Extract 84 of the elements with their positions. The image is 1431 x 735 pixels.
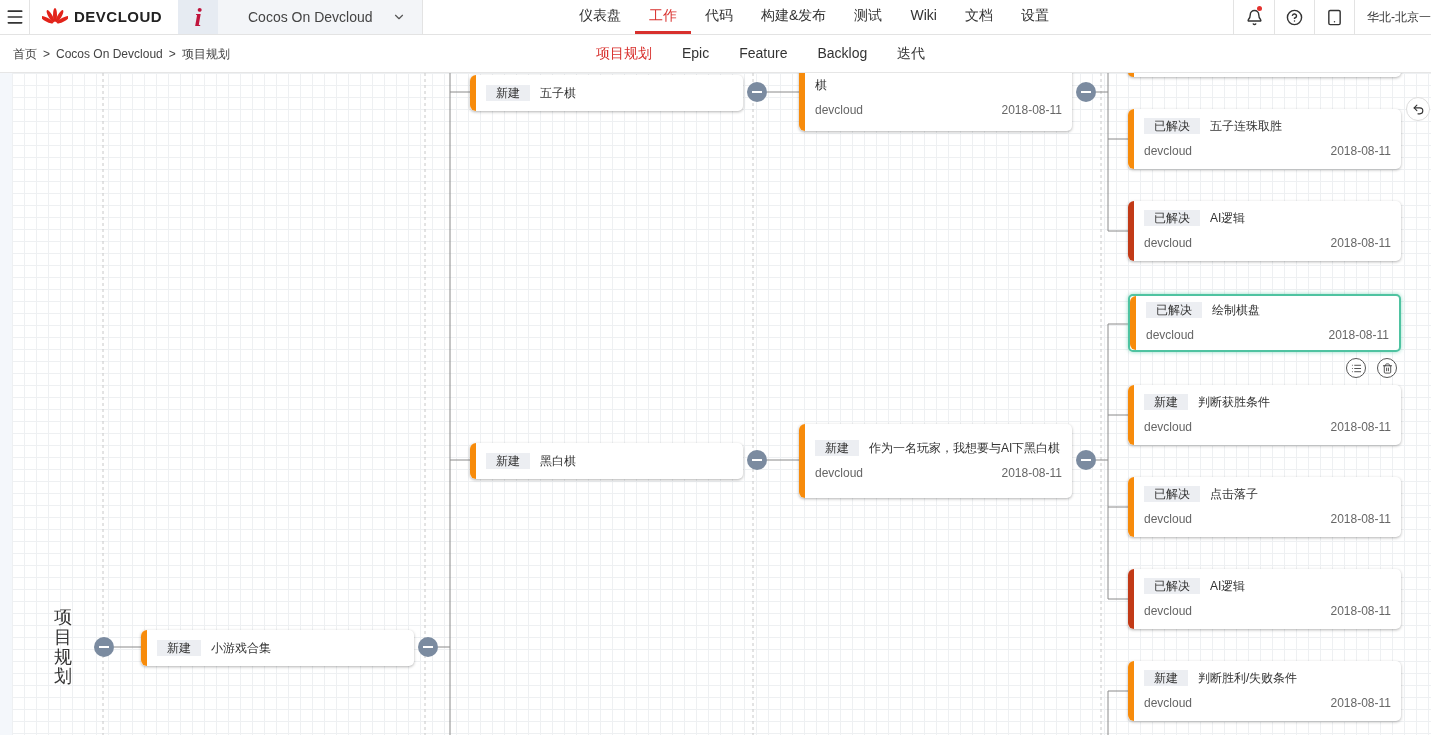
status-tag: 新建: [815, 440, 859, 456]
owner-name: devcloud: [1144, 603, 1193, 620]
project-icon: i: [194, 0, 202, 37]
item-title: 棋: [815, 78, 827, 92]
collapse-button[interactable]: [418, 637, 438, 657]
owner-name: devcloud: [1144, 143, 1193, 160]
status-tag: 已解决: [1144, 210, 1200, 226]
item-title: 点击落子: [1210, 487, 1258, 501]
status-tag: 已解决: [1146, 302, 1202, 318]
brand-name: DEVCLOUD: [74, 6, 163, 27]
tree-root-label: 项目规划: [54, 608, 72, 688]
item-date: 2018-08-11: [1328, 327, 1389, 344]
work-item-card[interactable]: 已解决 AI逻辑 devcloud 2018-08-11: [1128, 569, 1401, 629]
owner-name: devcloud: [1144, 235, 1193, 252]
status-tag: 新建: [157, 640, 201, 656]
collapse-button[interactable]: [1076, 450, 1096, 470]
nav-tab[interactable]: Wiki: [896, 0, 951, 34]
status-tag: 已解决: [1144, 578, 1200, 594]
item-title: 五子棋: [540, 85, 576, 102]
sub-tab[interactable]: 项目规划: [596, 43, 652, 64]
sub-tab[interactable]: Backlog: [817, 43, 868, 64]
undo-icon[interactable]: [1406, 97, 1430, 121]
item-date: 2018-08-11: [1330, 603, 1391, 620]
work-item-card[interactable]: 新建 作为一名玩家，我想要与AI下黑白棋 devcloud 2018-08-11: [799, 424, 1072, 498]
item-title: 绘制棋盘: [1212, 303, 1260, 317]
item-title: 判断胜利/失败条件: [1198, 671, 1298, 685]
item-date: 2018-08-11: [1330, 511, 1391, 528]
work-item-card[interactable]: 新建 判断获胜条件 devcloud 2018-08-11: [1128, 385, 1401, 445]
owner-name: devcloud: [815, 102, 864, 119]
nav-tab[interactable]: 文档: [950, 0, 1007, 34]
status-tag: 新建: [1144, 670, 1188, 686]
delete-icon[interactable]: [1377, 358, 1397, 378]
nav-tab[interactable]: 构建&发布: [747, 0, 841, 34]
sub-tab[interactable]: Epic: [682, 43, 710, 64]
region-selector[interactable]: 华北-北京一: [1354, 0, 1431, 34]
collapse-button[interactable]: [747, 450, 767, 470]
item-title: 五子连珠取胜: [1210, 119, 1282, 133]
nav-tab[interactable]: 设置: [1006, 0, 1063, 34]
item-title: 判断获胜条件: [1198, 395, 1270, 409]
status-tag: 新建: [486, 453, 530, 469]
item-title: AI逻辑: [1210, 211, 1246, 225]
owner-name: devcloud: [815, 465, 864, 482]
nav-tab[interactable]: 代码: [691, 0, 748, 34]
nav-tab[interactable]: 测试: [840, 0, 897, 34]
owner-name: devcloud: [1144, 419, 1193, 436]
work-item-card[interactable]: 已解决 AI逻辑 devcloud 2018-08-11: [1128, 201, 1401, 261]
status-tag: 已解决: [1144, 486, 1200, 502]
item-date: 2018-08-11: [1330, 143, 1391, 160]
project-selector[interactable]: Cocos On Devcloud: [218, 0, 423, 34]
list-icon[interactable]: [1346, 358, 1366, 378]
collapse-button[interactable]: [94, 637, 114, 657]
item-date: 2018-08-11: [1330, 695, 1391, 712]
status-tag: 新建: [1144, 394, 1188, 410]
owner-name: devcloud: [1146, 327, 1195, 344]
nav-tab[interactable]: 仪表盘: [565, 0, 636, 34]
item-date: 2018-08-11: [1330, 235, 1391, 252]
status-tag: 新建: [486, 85, 530, 101]
owner-name: devcloud: [1144, 511, 1193, 528]
sub-tab[interactable]: 迭代: [897, 43, 926, 64]
item-date: 2018-08-11: [1001, 465, 1062, 482]
item-date: 2018-08-11: [1001, 102, 1062, 119]
collapse-button[interactable]: [1076, 82, 1096, 102]
work-item-card[interactable]: 新建 五子棋: [470, 75, 743, 111]
breadcrumb-link[interactable]: Cocos On Devcloud: [56, 44, 163, 63]
work-item-card[interactable]: 已解决 五子连珠取胜 devcloud 2018-08-11: [1128, 109, 1401, 169]
collapse-button[interactable]: [747, 82, 767, 102]
breadcrumb-link[interactable]: 首页: [13, 44, 37, 63]
breadcrumb-separator: >: [168, 45, 176, 63]
work-item-card[interactable]: 棋 devcloud 2018-08-11: [799, 73, 1072, 131]
work-item-card[interactable]: 新建 黑白棋: [470, 443, 743, 479]
work-item-card[interactable]: 已解决 点击落子 devcloud 2018-08-11: [1128, 477, 1401, 537]
breadcrumb-link[interactable]: 项目规划: [181, 44, 230, 63]
sub-tab[interactable]: Feature: [739, 43, 788, 64]
item-title: 作为一名玩家，我想要与AI下黑白棋: [869, 441, 1061, 455]
item-title: 黑白棋: [540, 453, 576, 470]
item-title: AI逻辑: [1210, 579, 1246, 593]
work-item-card[interactable]: 新建 小游戏合集: [141, 630, 414, 666]
work-item-card[interactable]: 新建 判断胜利/失败条件 devcloud 2018-08-11: [1128, 661, 1401, 721]
item-title: 小游戏合集: [211, 640, 271, 657]
owner-name: devcloud: [1144, 695, 1193, 712]
nav-tab[interactable]: 工作: [635, 0, 692, 34]
status-tag: 已解决: [1144, 118, 1200, 134]
item-date: 2018-08-11: [1330, 419, 1391, 436]
breadcrumb-separator: >: [43, 45, 50, 63]
